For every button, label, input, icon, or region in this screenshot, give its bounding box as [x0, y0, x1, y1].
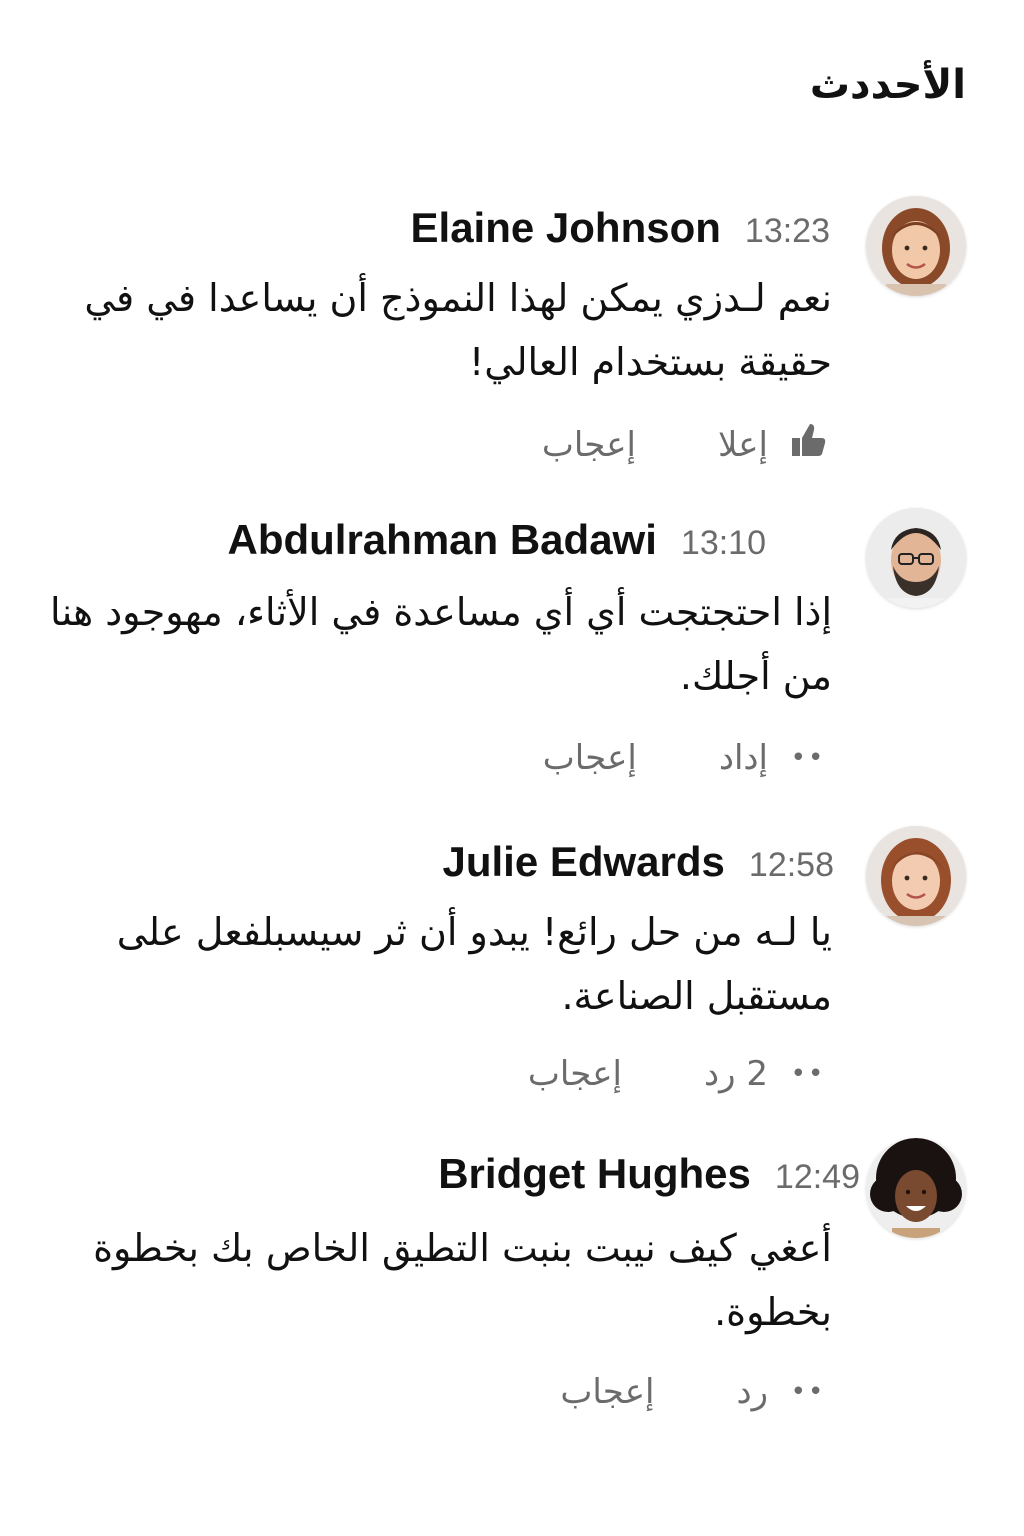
reply-button[interactable]: رد — [736, 1372, 768, 1412]
timestamp: 12:49 — [774, 1158, 860, 1196]
timestamp: 13:10 — [680, 524, 766, 562]
comment-item: Abdulrahman Badawi 13:10 إذا احتجتجت أي … — [0, 502, 1024, 802]
comment-actions: إعلا إعجاب — [542, 420, 830, 469]
like-button[interactable]: إعجاب — [543, 738, 637, 778]
author-name[interactable]: Bridget Hughes — [438, 1150, 751, 1198]
author-name[interactable]: Julie Edwards — [442, 838, 724, 886]
reply-button[interactable]: إداد — [719, 738, 768, 778]
like-button[interactable]: إعجاب — [542, 425, 636, 465]
comment-item: Elaine Johnson 13:23 نعم لـدزي يمكن لهذا… — [0, 190, 1024, 490]
comment-header: Elaine Johnson 13:23 — [411, 204, 830, 252]
avatar[interactable] — [866, 1138, 966, 1238]
avatar[interactable] — [866, 826, 966, 926]
comment-actions: •• رد إعجاب — [560, 1372, 830, 1412]
timestamp: 13:23 — [744, 212, 830, 250]
more-dots-icon[interactable]: •• — [786, 1061, 830, 1087]
more-dots-icon[interactable]: •• — [786, 745, 830, 771]
thumbs-up-icon[interactable] — [786, 420, 830, 469]
like-button[interactable]: إعجاب — [528, 1054, 622, 1094]
reply-button[interactable]: 2 رد — [704, 1054, 768, 1094]
comment-header: Julie Edwards 12:58 — [442, 838, 834, 886]
comment-text: إذا احتجتجت أي أي مساعدة في الأثاء، مهوج… — [50, 590, 832, 698]
comment-actions: •• 2 رد إعجاب — [528, 1054, 830, 1094]
comment-text: يا لـه من حل رائع! يبدو أن ثر سيسبلفعل ع… — [116, 910, 832, 1018]
comment-text: نعم لـدزي يمكن لهذا النموذج أن يساعدا في… — [84, 276, 832, 384]
comment-item: Julie Edwards 12:58 يا لـه من حل رائع! ي… — [0, 822, 1024, 1122]
like-button[interactable]: إعجاب — [560, 1372, 654, 1412]
author-name[interactable]: Abdulrahman Badawi — [228, 516, 657, 564]
more-dots-icon[interactable]: •• — [786, 1379, 830, 1405]
reply-button[interactable]: إعلا — [718, 425, 768, 465]
timestamp: 12:58 — [748, 846, 834, 884]
comment-item: Bridget Hughes 12:49 أعغي كيف نيبت بنبت … — [0, 1134, 1024, 1434]
comment-header: Bridget Hughes 12:49 — [438, 1150, 860, 1198]
comment-actions: •• إداد إعجاب — [543, 738, 830, 778]
author-name[interactable]: Elaine Johnson — [411, 204, 721, 252]
avatar[interactable] — [866, 508, 966, 608]
comment-header: Abdulrahman Badawi 13:10 — [228, 516, 767, 564]
avatar[interactable] — [866, 196, 966, 296]
page-title: الأحددث — [809, 62, 966, 108]
comment-text: أعغي كيف نيبت بنبت التطيق الخاص بك بخطوة… — [93, 1226, 832, 1334]
